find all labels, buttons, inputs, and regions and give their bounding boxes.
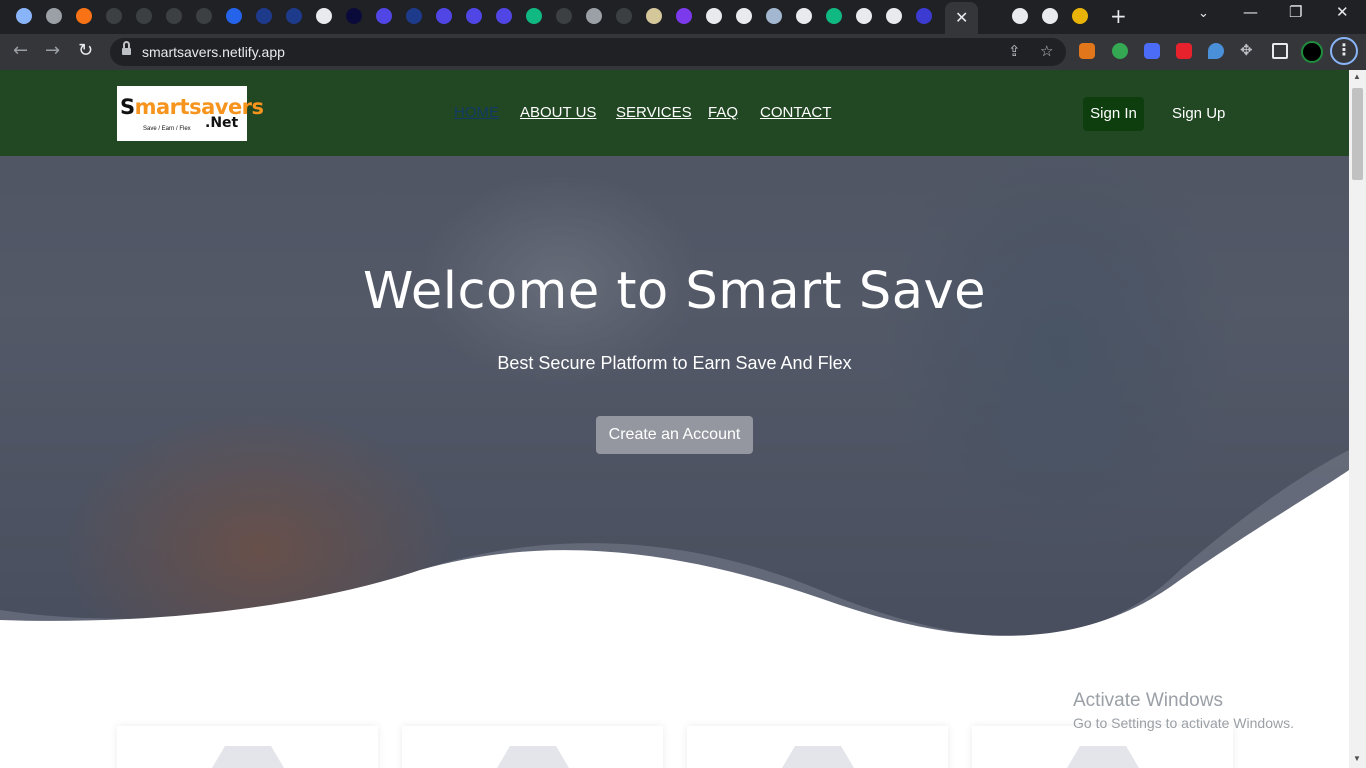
- feature-card: [402, 726, 663, 768]
- card-hex-icon: [782, 746, 854, 768]
- browser-toolbar: ← → ↻ smartsavers.netlify.app ⇪ ☆ ✥ ⋮: [0, 34, 1366, 70]
- feature-card: [117, 726, 378, 768]
- tab-favicon-icon[interactable]: [586, 8, 602, 24]
- tab-favicon-icon[interactable]: [676, 8, 692, 24]
- tab-favicon-icon[interactable]: [496, 8, 512, 24]
- tab-favicon-icon[interactable]: [286, 8, 302, 24]
- tab-favicon-icon[interactable]: [646, 8, 662, 24]
- hero-subtitle: Best Secure Platform to Earn Save And Fl…: [497, 353, 852, 373]
- feature-card: [687, 726, 948, 768]
- tab-favicon-icon[interactable]: [826, 8, 842, 24]
- address-bar[interactable]: smartsavers.netlify.app ⇪ ☆: [110, 38, 1066, 66]
- tab-favicon-icon[interactable]: [766, 8, 782, 24]
- side-panel-icon[interactable]: [1272, 43, 1288, 59]
- sign-in-button[interactable]: Sign In: [1083, 97, 1144, 131]
- tab-favicon-icon[interactable]: [46, 8, 62, 24]
- nav-about-us[interactable]: ABOUT US: [520, 104, 596, 121]
- tab-favicon-icon[interactable]: [166, 8, 182, 24]
- scroll-up-arrow-icon[interactable]: ▲: [1353, 72, 1361, 81]
- browser-tab-strip: ✕ + ⌄ — ❐ ✕: [0, 0, 1366, 34]
- back-button[interactable]: ←: [13, 40, 28, 61]
- logo-wordmark: Smartsavers: [120, 95, 264, 119]
- tab-favicon-icon[interactable]: [316, 8, 332, 24]
- lock-icon[interactable]: [122, 41, 131, 56]
- tab-favicon-icon[interactable]: [526, 8, 542, 24]
- tab-favicon-icon[interactable]: [796, 8, 812, 24]
- close-tab-icon[interactable]: ✕: [955, 8, 968, 27]
- tab-favicon-icon[interactable]: [1012, 8, 1028, 24]
- scroll-thumb[interactable]: [1352, 88, 1363, 180]
- card-hex-icon: [1067, 746, 1139, 768]
- tab-favicon-icon[interactable]: [616, 8, 632, 24]
- tab-favicon-icon[interactable]: [706, 8, 722, 24]
- metamask-extension-icon[interactable]: [1079, 43, 1095, 59]
- logo-tagline: Save / Earn / Flex: [143, 126, 191, 132]
- new-tab-button[interactable]: +: [1110, 4, 1127, 28]
- nav-home[interactable]: HOME: [454, 104, 499, 121]
- reload-button[interactable]: ↻: [78, 40, 93, 61]
- tab-favicon-icon[interactable]: [916, 8, 932, 24]
- url-text[interactable]: smartsavers.netlify.app: [142, 44, 285, 60]
- extensions-puzzle-icon[interactable]: ✥: [1240, 41, 1253, 59]
- activate-windows-subtitle: Go to Settings to activate Windows.: [1073, 715, 1294, 731]
- tab-favicon-icon[interactable]: [196, 8, 212, 24]
- share-icon[interactable]: ⇪: [1008, 42, 1021, 60]
- tab-favicon-icon[interactable]: [466, 8, 482, 24]
- activate-windows-title: Activate Windows: [1073, 690, 1223, 711]
- feature-card: [972, 726, 1233, 768]
- drop-extension-icon[interactable]: [1208, 43, 1224, 59]
- tab-favicon-icon[interactable]: [256, 8, 272, 24]
- site-logo[interactable]: Smartsavers .Net Save / Earn / Flex: [117, 86, 264, 141]
- tab-favicon-icon[interactable]: [376, 8, 392, 24]
- nav-faq[interactable]: FAQ: [708, 104, 738, 121]
- restore-button[interactable]: ❐: [1289, 3, 1302, 21]
- scroll-down-arrow-icon[interactable]: ▼: [1353, 754, 1361, 763]
- card-hex-icon: [212, 746, 284, 768]
- tab-favicon-icon[interactable]: [856, 8, 872, 24]
- tab-favicon-icon[interactable]: [226, 8, 242, 24]
- tab-favicon-icon[interactable]: [346, 8, 362, 24]
- extension-icon[interactable]: [1112, 43, 1128, 59]
- forward-button[interactable]: →: [45, 40, 60, 61]
- nav-services[interactable]: SERVICES: [616, 104, 692, 121]
- close-window-button[interactable]: ✕: [1336, 3, 1349, 21]
- page-scrollbar[interactable]: ▲ ▼: [1349, 70, 1366, 768]
- card-hex-icon: [497, 746, 569, 768]
- tab-search-icon[interactable]: ⌄: [1198, 6, 1209, 21]
- extension-icon[interactable]: [1176, 43, 1192, 59]
- browser-menu-button[interactable]: ⋮: [1330, 37, 1358, 65]
- logo-net-suffix: .Net: [205, 115, 239, 131]
- active-tab[interactable]: ✕: [945, 2, 978, 34]
- tab-favicon-icon[interactable]: [436, 8, 452, 24]
- sign-up-link[interactable]: Sign Up: [1172, 105, 1225, 122]
- create-account-button[interactable]: Create an Account: [596, 416, 753, 454]
- tab-favicon-icon[interactable]: [16, 8, 32, 24]
- tab-favicon-icon[interactable]: [406, 8, 422, 24]
- extension-icon[interactable]: [1144, 43, 1160, 59]
- tab-favicon-icon[interactable]: [886, 8, 902, 24]
- bookmark-star-icon[interactable]: ☆: [1040, 42, 1053, 60]
- tab-favicon-icon[interactable]: [106, 8, 122, 24]
- minimize-button[interactable]: —: [1243, 3, 1258, 21]
- profile-avatar[interactable]: [1301, 41, 1323, 63]
- tab-favicon-icon[interactable]: [1042, 8, 1058, 24]
- tab-favicon-icon[interactable]: [76, 8, 92, 24]
- hero-title: Welcome to Smart Save: [362, 262, 987, 321]
- tab-favicon-icon[interactable]: [556, 8, 572, 24]
- tab-favicon-icon[interactable]: [736, 8, 752, 24]
- tab-favicon-icon[interactable]: [1072, 8, 1088, 24]
- nav-contact[interactable]: CONTACT: [760, 104, 831, 121]
- tab-favicon-icon[interactable]: [136, 8, 152, 24]
- site-navbar: Smartsavers .Net Save / Earn / Flex HOME…: [0, 70, 1349, 156]
- web-page: Smartsavers .Net Save / Earn / Flex HOME…: [0, 70, 1349, 768]
